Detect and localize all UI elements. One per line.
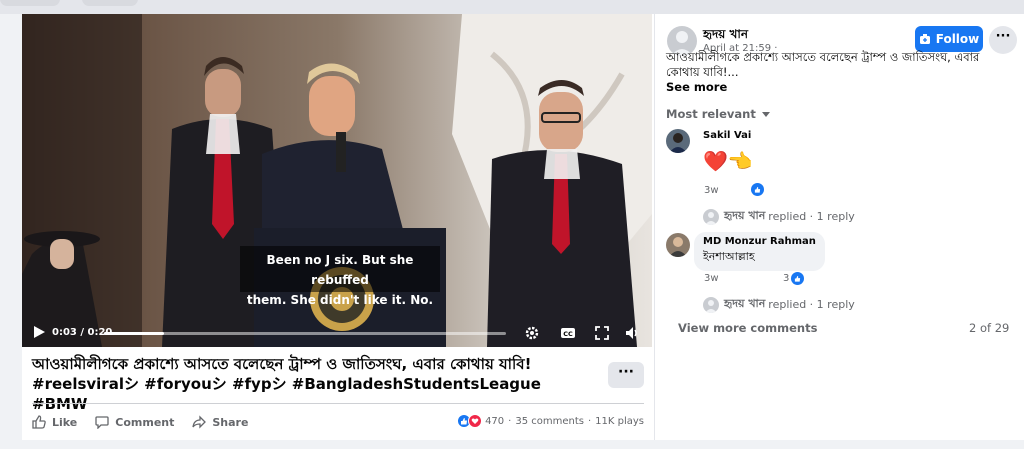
share-icon	[192, 415, 207, 429]
volume-icon[interactable]	[624, 325, 640, 341]
top-strip	[0, 0, 1024, 14]
comment-sort-dropdown[interactable]: Most relevant	[666, 107, 771, 121]
video-progress-fill	[104, 332, 165, 335]
post-actions: Like Comment Share	[32, 412, 266, 432]
video-player[interactable]: Been no J six. But she rebuffed them. Sh…	[22, 14, 652, 347]
reply-avatar	[703, 296, 719, 313]
post-title: আওয়ামীলীগকে প্রকাশ্যে আসতে বলেছেন ট্রাম…	[32, 355, 541, 413]
plays-count: 11K plays	[595, 415, 644, 427]
caption-line-1: Been no J six. But she rebuffed	[266, 253, 414, 287]
video-controls: 0:03 / 0:20 CC	[22, 319, 652, 347]
comment-time[interactable]: 3w	[704, 185, 719, 196]
reply-summary: replied · 1 reply	[768, 298, 855, 311]
closed-captions-icon[interactable]: CC	[560, 325, 576, 341]
post-card: Been no J six. But she rebuffed them. Sh…	[22, 14, 654, 440]
reactions-count[interactable]: 470	[485, 416, 504, 427]
top-tab[interactable]	[82, 0, 138, 6]
comment-like-badge[interactable]	[791, 272, 804, 285]
post-more-button[interactable]: ···	[608, 362, 644, 388]
follow-label: Follow	[935, 32, 980, 46]
top-tab[interactable]	[0, 0, 60, 6]
reply-author: হৃদয় খান	[724, 297, 766, 310]
play-icon[interactable]	[32, 325, 46, 339]
sort-label: Most relevant	[666, 107, 756, 121]
post-stats: 470 · 35 comments · 11K plays	[457, 414, 644, 428]
share-button[interactable]: Share	[192, 415, 248, 429]
comment-emoji: ❤️👈	[703, 149, 753, 173]
page: Been no J six. But she rebuffed them. Sh…	[0, 0, 1024, 449]
video-progress-bar[interactable]	[104, 332, 506, 335]
reply-summary: replied · 1 reply	[768, 210, 855, 223]
comment-bubble: MD Monzur Rahman ইনশাআল্লাহ	[694, 232, 825, 271]
divider	[32, 403, 644, 404]
comment-avatar[interactable]	[666, 129, 690, 153]
thumbs-up-icon	[32, 415, 46, 429]
reply-avatar	[703, 208, 719, 225]
comment-like-count: 3	[783, 273, 790, 284]
comment-count-indicator: 2 of 29	[969, 321, 1010, 335]
svg-text:CC: CC	[563, 330, 573, 338]
reply-author: হৃদয় খান	[724, 209, 766, 222]
share-label: Share	[212, 415, 249, 429]
like-label: Like	[52, 415, 78, 429]
comment-label: Comment	[115, 415, 175, 429]
see-more-link[interactable]: See more	[666, 80, 727, 94]
post-description: আওয়ামীলীগকে প্রকাশ্যে আসতে বলেছেন ট্রাম…	[666, 50, 980, 79]
comments-count[interactable]: 35 comments	[515, 416, 584, 427]
settings-gear-icon[interactable]	[524, 325, 540, 341]
comment-bubble: Sakil Vai	[694, 128, 761, 143]
view-replies-link[interactable]: হৃদয় খান replied · 1 reply	[703, 207, 855, 226]
view-replies-link[interactable]: হৃদয় খান replied · 1 reply	[703, 295, 855, 314]
comment-author[interactable]: MD Monzur Rahman	[703, 236, 816, 247]
comment-like-badge[interactable]	[751, 183, 764, 196]
comment-time[interactable]: 3w	[704, 273, 719, 284]
comments-panel: হৃদয় খান April at 21:59 · Follow ··· আও…	[654, 14, 1024, 440]
comment-icon	[95, 416, 109, 429]
comment-text: ইনশাআল্লাহ	[703, 250, 755, 263]
comment-author[interactable]: Sakil Vai	[703, 130, 751, 141]
video-caption: Been no J six. But she rebuffed them. Sh…	[240, 246, 440, 307]
chevron-down-icon	[761, 112, 770, 117]
like-button[interactable]: Like	[32, 415, 77, 429]
love-reaction-icon	[468, 414, 483, 428]
fullscreen-icon[interactable]	[594, 325, 610, 341]
comment-avatar[interactable]	[666, 233, 690, 257]
comment-button[interactable]: Comment	[95, 415, 174, 429]
view-more-comments[interactable]: View more comments	[678, 321, 817, 335]
caption-line-2: them. She didn't like it. No.	[246, 293, 434, 307]
follow-icon	[919, 34, 930, 44]
follow-button[interactable]: Follow	[915, 26, 983, 52]
